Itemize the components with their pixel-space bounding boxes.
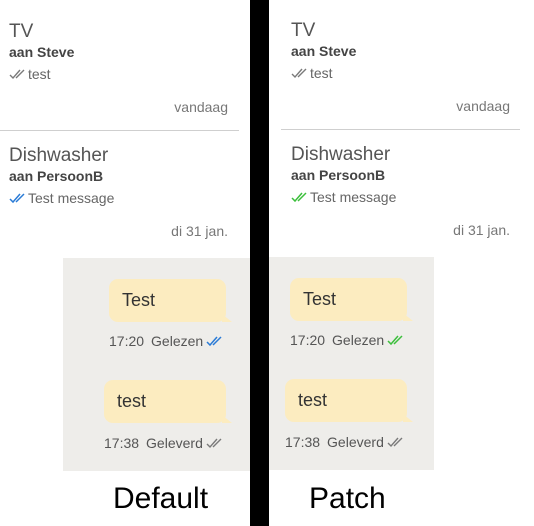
message-meta: 17:20 Gelezen [290,332,406,348]
chat-area: Test 17:20 Gelezen test 17:38 Geleverd [269,257,434,470]
conversation-item-tv[interactable]: TV aan Steve test vandaag [269,20,534,120]
conversation-preview-text: test [310,65,333,81]
double-check-icon [9,68,26,80]
conversation-preview: Test message [291,189,396,205]
message-meta: 17:20 Gelezen [109,333,225,349]
conversation-preview: test [9,66,51,82]
conversation-item-tv[interactable]: TV aan Steve test vandaag [0,21,250,121]
double-check-icon [387,436,404,448]
conversation-preview-text: Test message [28,190,115,206]
conversation-preview: test [291,65,333,81]
message-meta: 17:38 Geleverd [104,435,225,451]
double-check-icon [206,437,223,449]
conversation-preview: Test message [9,190,114,206]
message-status: Gelezen [332,332,385,348]
chat-area: Test 17:20 Gelezen test 17:38 Geleverd [63,258,250,471]
conversation-date: di 31 jan. [453,222,510,238]
message-time: 17:38 [285,434,321,450]
conversation-preview-text: test [28,66,51,82]
conversation-title: Dishwasher [291,144,391,165]
double-check-read-icon [9,192,26,204]
conversation-recipient: aan PersoonB [9,168,104,184]
patch-panel: TV aan Steve test vandaag Dishwasher aan… [269,0,534,526]
message-time: 17:20 [109,333,145,349]
message-status: Geleverd [146,435,203,451]
message-bubble: Test [109,279,232,322]
panel-divider [250,0,269,526]
message-meta: 17:38 Geleverd [285,434,406,450]
conversation-item-dishwasher[interactable]: Dishwasher aan PersoonB Test message di … [269,144,534,244]
conversation-title: Dishwasher [9,145,109,166]
conversation-item-dishwasher[interactable]: Dishwasher aan PersoonB Test message di … [0,145,250,245]
conversation-date: vandaag [174,99,228,115]
message-status: Geleverd [327,434,384,450]
panel-caption: Patch [309,482,386,515]
conversation-preview-text: Test message [310,189,397,205]
conversation-date: di 31 jan. [171,223,228,239]
message-time: 17:38 [104,435,140,451]
double-check-read-icon [206,335,223,347]
conversation-date: vandaag [456,98,510,114]
conversation-recipient: aan PersoonB [291,167,386,183]
default-panel: TV aan Steve test vandaag Dishwasher aan… [0,0,250,526]
double-check-icon [291,67,308,79]
message-bubble: test [285,379,413,422]
list-divider [281,129,520,130]
double-check-read-icon [291,191,308,203]
message-bubble: Test [290,278,413,321]
double-check-read-icon [387,334,404,346]
message-bubble: test [104,380,232,423]
conversation-title: TV [291,20,316,41]
conversation-recipient: aan Steve [9,44,75,60]
message-status: Gelezen [151,333,204,349]
list-divider [0,130,239,131]
panel-caption: Default [113,482,209,515]
message-time: 17:20 [290,332,326,348]
conversation-title: TV [9,21,34,42]
conversation-recipient: aan Steve [291,43,357,59]
